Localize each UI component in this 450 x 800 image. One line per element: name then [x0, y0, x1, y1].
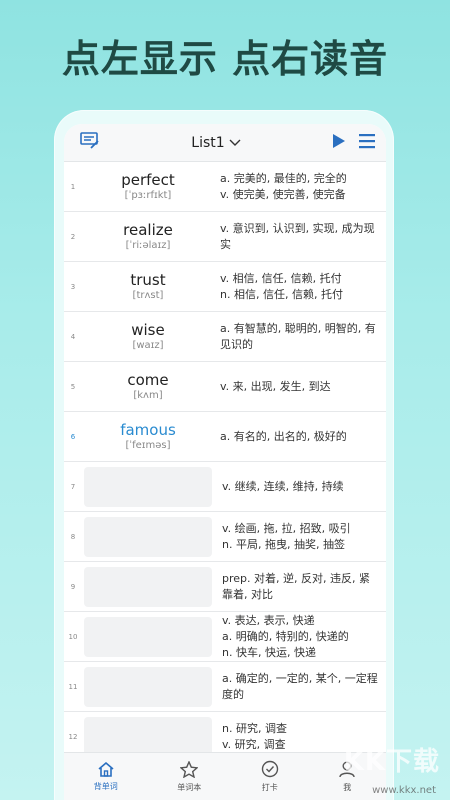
row-number: 12	[68, 732, 78, 741]
row-number: 7	[70, 482, 76, 491]
definition-cell[interactable]: a. 有智慧的, 聪明的, 明智的, 有见识的	[214, 321, 386, 353]
definition-line: a. 确定的, 一定的, 某个, 一定程度的	[222, 671, 378, 701]
top-bar: List1	[64, 124, 386, 162]
definition-line: n. 快车, 快运, 快递	[222, 645, 316, 659]
hidden-word-placeholder[interactable]	[84, 566, 212, 607]
definition-line: a. 完美的, 最佳的, 完全的	[220, 171, 347, 185]
definition-cell[interactable]: a. 完美的, 最佳的, 完全的 v. 使完美, 使完善, 使完备	[214, 171, 386, 203]
word-phonetic: [kʌm]	[133, 389, 163, 401]
app-screen: List1 1 perfect [ˈpɜːrfɪkt] a. 完美的, 最佳的, 完全…	[64, 124, 386, 800]
word-phonetic: [ˈriːəlaɪz]	[125, 239, 171, 251]
word-text: come	[127, 370, 169, 389]
tab-home[interactable]: 背单词	[94, 761, 118, 792]
word-row[interactable]: 11 a. 确定的, 一定的, 某个, 一定程度的	[64, 662, 386, 712]
hidden-word-placeholder[interactable]	[84, 716, 212, 752]
word-row[interactable]: 10 v. 表达, 表示, 快递 a. 明确的, 特别的, 快递的 n. 快车, 快运…	[64, 612, 386, 662]
star-icon	[179, 759, 199, 780]
word-phonetic: [ˈfeɪməs]	[125, 439, 171, 451]
definition-line: n. 研究, 调查	[222, 721, 287, 735]
word-cell[interactable]: wise [waɪz]	[82, 321, 214, 353]
definition-cell[interactable]: v. 来, 出现, 发生, 到达	[214, 379, 386, 395]
tab-star[interactable]: 单词本	[177, 759, 202, 793]
definition-line: v. 使完美, 使完善, 使完备	[220, 187, 346, 201]
definition-line: a. 明确的, 特别的, 快递的	[222, 629, 349, 643]
list-selector[interactable]: List1	[191, 134, 241, 151]
definition-line: v. 继续, 连续, 维持, 持续	[222, 479, 344, 493]
row-number: 10	[68, 632, 78, 641]
definition-line: v. 相信, 信任, 信赖, 托付	[220, 271, 342, 285]
definition-line: v. 来, 出现, 发生, 到达	[220, 379, 331, 393]
word-text: realize	[123, 220, 173, 239]
row-number: 11	[68, 682, 78, 691]
row-number: 6	[70, 432, 76, 441]
word-text: wise	[131, 320, 165, 339]
definition-line: n. 平局, 拖曳, 抽奖, 抽签	[222, 537, 345, 551]
definition-cell[interactable]: v. 相信, 信任, 信赖, 托付 n. 相信, 信任, 信赖, 托付	[214, 271, 386, 303]
chevron-down-icon	[229, 135, 241, 151]
definition-line: a. 有智慧的, 聪明的, 明智的, 有见识的	[220, 321, 376, 351]
row-number: 5	[70, 382, 76, 391]
word-row[interactable]: 3 trust [trʌst] v. 相信, 信任, 信赖, 托付 n. 相信, 信任,…	[64, 262, 386, 312]
hidden-word-placeholder[interactable]	[84, 616, 212, 657]
definition-cell[interactable]: a. 有名的, 出名的, 极好的	[214, 429, 386, 445]
word-row[interactable]: 5 come [kʌm] v. 来, 出现, 发生, 到达	[64, 362, 386, 412]
hidden-word-placeholder[interactable]	[84, 666, 212, 707]
word-row[interactable]: 8 v. 绘画, 拖, 拉, 招致, 吸引 n. 平局, 拖曳, 抽奖, 抽签	[64, 512, 386, 562]
definition-cell[interactable]: a. 确定的, 一定的, 某个, 一定程度的	[216, 671, 386, 703]
word-row[interactable]: 1 perfect [ˈpɜːrfɪkt] a. 完美的, 最佳的, 完全的 v. 使完…	[64, 162, 386, 212]
word-row[interactable]: 2 realize [ˈriːəlaɪz] v. 意识到, 认识到, 实现, 成为现实	[64, 212, 386, 262]
definition-line: a. 有名的, 出名的, 极好的	[220, 429, 347, 443]
row-number: 4	[70, 332, 76, 341]
definition-cell[interactable]: v. 继续, 连续, 维持, 持续	[216, 479, 386, 495]
word-cell[interactable]: come [kʌm]	[82, 371, 214, 403]
word-row[interactable]: 9 prep. 对着, 逆, 反对, 违反, 紧靠着, 对比	[64, 562, 386, 612]
home-icon	[97, 761, 115, 779]
list-title: List1	[191, 134, 225, 151]
definition-line: v. 表达, 表示, 快递	[222, 613, 315, 627]
word-cell[interactable]: perfect [ˈpɜːrfɪkt]	[82, 171, 214, 203]
watermark-logo: KK下载	[343, 747, 440, 777]
row-number: 3	[70, 282, 76, 291]
word-phonetic: [trʌst]	[132, 289, 164, 301]
hidden-word-placeholder[interactable]	[84, 466, 212, 507]
tab-label: 我	[343, 783, 352, 792]
tab-label: 打卡	[261, 783, 278, 792]
word-cell[interactable]: trust [trʌst]	[82, 271, 214, 303]
definition-cell[interactable]: prep. 对着, 逆, 反对, 违反, 紧靠着, 对比	[216, 571, 386, 603]
notes-icon[interactable]	[80, 131, 100, 154]
word-text: famous	[120, 420, 176, 439]
definition-line: prep. 对着, 逆, 反对, 违反, 紧靠着, 对比	[222, 571, 370, 601]
word-row[interactable]: 7 v. 继续, 连续, 维持, 持续	[64, 462, 386, 512]
row-number: 8	[70, 532, 76, 541]
hidden-word-placeholder[interactable]	[84, 516, 212, 557]
play-icon[interactable]	[332, 133, 346, 153]
word-row[interactable]: 6 famous [ˈfeɪməs] a. 有名的, 出名的, 极好的	[64, 412, 386, 462]
word-phonetic: [ˈpɜːrfɪkt]	[124, 189, 172, 201]
tab-label: 单词本	[177, 782, 202, 792]
definition-cell[interactable]: v. 表达, 表示, 快递 a. 明确的, 特别的, 快递的 n. 快车, 快运, …	[216, 613, 386, 661]
menu-icon[interactable]	[358, 133, 376, 153]
watermark-url: www.kkx.net	[372, 785, 436, 796]
word-list: 1 perfect [ˈpɜːrfɪkt] a. 完美的, 最佳的, 完全的 v. 使完…	[64, 162, 386, 752]
row-number: 1	[70, 182, 76, 191]
word-row[interactable]: 12 n. 研究, 调查 v. 研究, 调查	[64, 712, 386, 752]
tab-checkin[interactable]: 打卡	[261, 760, 279, 793]
word-text: trust	[130, 270, 166, 289]
row-number: 2	[70, 232, 76, 241]
definition-line: v. 绘画, 拖, 拉, 招致, 吸引	[222, 521, 351, 535]
row-number: 9	[70, 582, 76, 591]
word-text: perfect	[121, 170, 175, 189]
bottom-tab-bar: 背单词 单词本 打卡 我	[64, 752, 386, 800]
definition-cell[interactable]: v. 意识到, 认识到, 实现, 成为现实	[214, 221, 386, 253]
definition-line: n. 相信, 信任, 信赖, 托付	[220, 287, 343, 301]
checkin-icon	[261, 760, 279, 780]
headline: 点左显示 点右读音	[61, 37, 389, 81]
definition-line: v. 意识到, 认识到, 实现, 成为现实	[220, 221, 375, 251]
definition-cell[interactable]: v. 绘画, 拖, 拉, 招致, 吸引 n. 平局, 拖曳, 抽奖, 抽签	[216, 521, 386, 553]
word-phonetic: [waɪz]	[132, 339, 164, 351]
word-cell[interactable]: famous [ˈfeɪməs]	[82, 421, 214, 453]
word-cell[interactable]: realize [ˈriːəlaɪz]	[82, 221, 214, 253]
word-row[interactable]: 4 wise [waɪz] a. 有智慧的, 聪明的, 明智的, 有见识的	[64, 312, 386, 362]
tab-label: 背单词	[93, 782, 118, 791]
